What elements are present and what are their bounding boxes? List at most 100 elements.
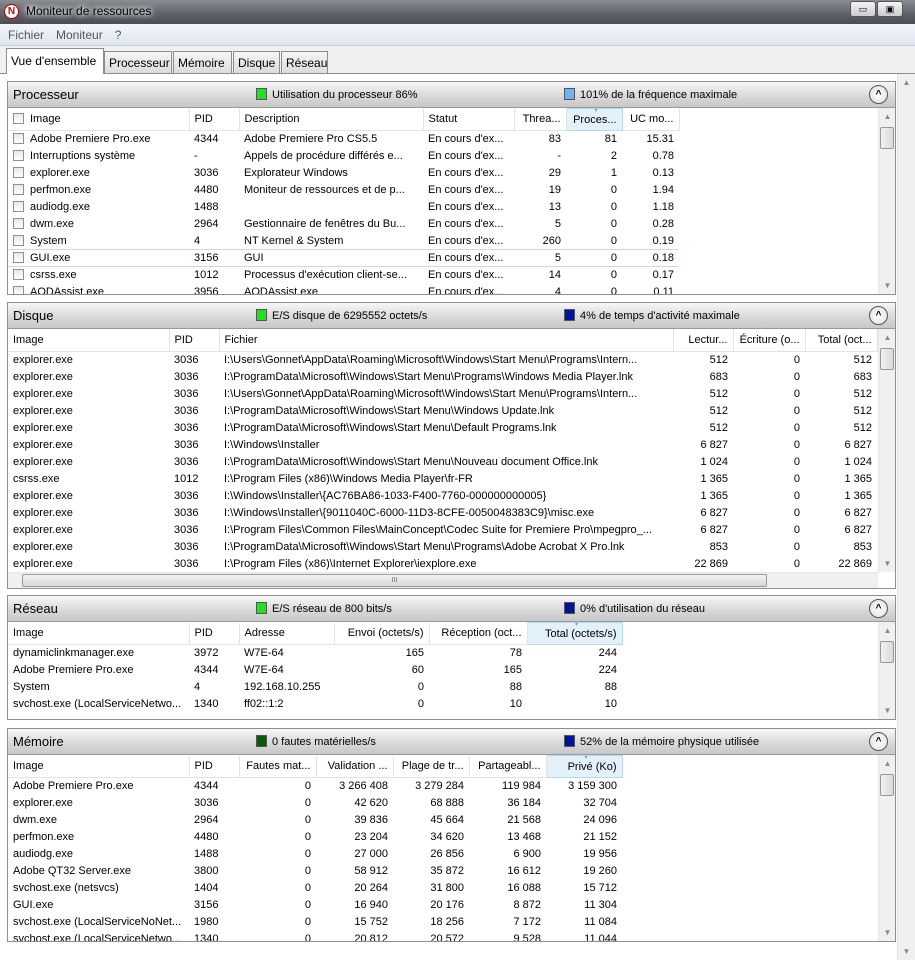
- mem-table-row[interactable]: explorer.exe 3036 0 42 620 68 888 36 184 32 70…: [8, 795, 622, 812]
- cpu-table-row[interactable]: Interruptions système - Appels de procédur…: [8, 148, 679, 165]
- menu-moniteur[interactable]: Moniteur: [48, 24, 107, 42]
- cpu-scroll-up-icon[interactable]: ▲: [879, 108, 895, 125]
- disk-table-row[interactable]: explorer.exe 3036 I:\Program Files (x86)\I…: [8, 555, 877, 572]
- disk-table-row[interactable]: explorer.exe 3036 I:\Program Files\Common …: [8, 521, 877, 538]
- disk-table-row[interactable]: explorer.exe 3036 I:\ProgramData\Microsoft…: [8, 419, 877, 436]
- mem-table-row[interactable]: svchost.exe (netsvcs) 1404 0 20 264 31 800 16…: [8, 880, 622, 897]
- net-table-row[interactable]: System 4 192.168.10.255 0 88 88: [8, 679, 622, 696]
- net-scroll-up-icon[interactable]: ▲: [879, 622, 895, 639]
- disk-table-row[interactable]: explorer.exe 3036 I:\Windows\Installer\{AC…: [8, 487, 877, 504]
- minimize-button[interactable]: ▭: [850, 1, 876, 17]
- net-column-header[interactable]: Réception (oct...: [429, 622, 528, 645]
- disk-table-row[interactable]: explorer.exe 3036 I:\Windows\Installer\{90…: [8, 504, 877, 521]
- mem-table-row[interactable]: Adobe Premiere Pro.exe 4344 0 3 266 408 3 27…: [8, 778, 622, 795]
- disk-table-row[interactable]: explorer.exe 3036 I:\Users\Gonnet\AppData\…: [8, 351, 877, 368]
- cpu-table-row[interactable]: Adobe Premiere Pro.exe 4344 Adobe Premiere…: [8, 131, 679, 148]
- collapse-disk-button[interactable]: ^: [869, 306, 888, 325]
- cpu-table-row[interactable]: dwm.exe 2964 Gestionnaire de fenêtres du B…: [8, 216, 679, 233]
- net-table-row[interactable]: Adobe Premiere Pro.exe 4344 W7E-64 60 165 224: [8, 662, 622, 679]
- scroll-up-icon[interactable]: ▲: [898, 74, 915, 91]
- net-column-header[interactable]: Total (octets/s): [526, 622, 623, 645]
- menu-help[interactable]: ?: [107, 24, 126, 42]
- select-all-checkbox[interactable]: [13, 113, 24, 125]
- disk-column-header[interactable]: Total (oct...: [805, 329, 878, 352]
- mem-column-header[interactable]: Fautes mat...: [239, 755, 317, 778]
- mem-table-row[interactable]: dwm.exe 2964 0 39 836 45 664 21 568 24 096: [8, 812, 622, 829]
- cpu-column-header[interactable]: Threa...: [514, 108, 567, 131]
- disk-column-header[interactable]: Lectur...: [673, 329, 734, 352]
- cpu-table-row[interactable]: System 4 NT Kernel & System En cours d'ex..…: [8, 233, 679, 250]
- disk-column-header[interactable]: Image: [8, 329, 170, 352]
- mem-column-header[interactable]: Partageabl...: [469, 755, 547, 778]
- mem-header[interactable]: Mémoire 0 fautes matérielles/s 52% de la m…: [8, 729, 895, 755]
- cpu-scroll-thumb[interactable]: [880, 127, 894, 149]
- disk-table-row[interactable]: csrss.exe 1012 I:\Program Files (x86)\Wind…: [8, 470, 877, 487]
- process-checkbox[interactable]: [13, 286, 24, 294]
- disk-horizontal-thumb[interactable]: III: [22, 574, 767, 587]
- cpu-column-header[interactable]: Proces...: [565, 108, 623, 131]
- mem-column-header[interactable]: Privé (Ko): [545, 755, 623, 778]
- mem-column-header[interactable]: PID: [189, 755, 240, 778]
- tab-processeur[interactable]: Processeur: [104, 51, 172, 73]
- scroll-down-icon[interactable]: ▼: [898, 943, 915, 960]
- process-checkbox[interactable]: [13, 184, 24, 195]
- cpu-table-row[interactable]: GUI.exe 3156 GUI En cours d'ex... 5 0 0.18: [8, 249, 679, 267]
- cpu-column-header[interactable]: Description: [239, 108, 424, 131]
- tab-reseau[interactable]: Réseau: [281, 51, 328, 73]
- net-scrollbar[interactable]: ▲ ▼: [878, 622, 895, 719]
- process-checkbox[interactable]: [13, 150, 24, 161]
- mem-scrollbar[interactable]: ▲ ▼: [878, 755, 895, 941]
- collapse-mem-button[interactable]: ^: [869, 732, 888, 751]
- cpu-column-header[interactable]: Image: [8, 108, 190, 131]
- net-table-row[interactable]: svchost.exe (LocalServiceNetwo... 1340 ff0…: [8, 696, 622, 713]
- collapse-net-button[interactable]: ^: [869, 599, 888, 618]
- tab-disque[interactable]: Disque: [233, 51, 280, 73]
- maximize-button[interactable]: ▣: [877, 1, 903, 17]
- cpu-scrollbar[interactable]: ▲ ▼: [878, 108, 895, 294]
- disk-scrollbar[interactable]: ▲ ▼: [878, 329, 895, 572]
- mem-table-row[interactable]: svchost.exe (LocalServiceNoNet... 1980 0 15…: [8, 914, 622, 931]
- process-checkbox[interactable]: [13, 234, 24, 246]
- net-column-header[interactable]: PID: [189, 622, 240, 645]
- process-checkbox[interactable]: [13, 201, 24, 212]
- disk-table-row[interactable]: explorer.exe 3036 I:\Windows\Installer 6 82…: [8, 436, 877, 453]
- mem-scroll-up-icon[interactable]: ▲: [879, 755, 895, 772]
- process-checkbox[interactable]: [13, 167, 24, 178]
- cpu-column-header[interactable]: Statut: [423, 108, 515, 131]
- net-scroll-thumb[interactable]: [880, 641, 894, 663]
- net-scroll-down-icon[interactable]: ▼: [879, 702, 895, 719]
- disk-scroll-up-icon[interactable]: ▲: [879, 329, 895, 346]
- disk-scroll-down-icon[interactable]: ▼: [879, 555, 895, 572]
- mem-table-row[interactable]: Adobe QT32 Server.exe 3800 0 58 912 35 872 16…: [8, 863, 622, 880]
- collapse-cpu-button[interactable]: ^: [869, 85, 888, 104]
- process-checkbox[interactable]: [13, 133, 24, 145]
- mem-table-row[interactable]: perfmon.exe 4480 0 23 204 34 620 13 468 21 152: [8, 829, 622, 846]
- tab-overview[interactable]: Vue d'ensemble: [6, 48, 104, 74]
- menu-fichier[interactable]: Fichier: [0, 24, 48, 42]
- mem-column-header[interactable]: Image: [8, 755, 190, 778]
- disk-scroll-thumb[interactable]: [880, 348, 894, 370]
- cpu-column-header[interactable]: UC mo...: [622, 108, 680, 131]
- cpu-column-header[interactable]: PID: [189, 108, 240, 131]
- disk-column-header[interactable]: PID: [169, 329, 220, 352]
- disk-horizontal-scrollbar[interactable]: III: [8, 572, 878, 588]
- disk-table-row[interactable]: explorer.exe 3036 I:\Users\Gonnet\AppData\…: [8, 385, 877, 402]
- mem-table-row[interactable]: svchost.exe (LocalServiceNetwo... 1340 0 20…: [8, 931, 622, 941]
- net-column-header[interactable]: Adresse: [239, 622, 335, 645]
- mem-scroll-down-icon[interactable]: ▼: [879, 924, 895, 941]
- cpu-table-row[interactable]: audiodg.exe 1488 En cours d'ex... 13 0 1.18: [8, 199, 679, 216]
- cpu-table-row[interactable]: perfmon.exe 4480 Moniteur de ressources et…: [8, 182, 679, 199]
- cpu-table-row[interactable]: csrss.exe 1012 Processus d'exécution clien…: [8, 267, 679, 284]
- cpu-table-row[interactable]: explorer.exe 3036 Explorateur Windows En co…: [8, 165, 679, 182]
- main-scrollbar[interactable]: ▲ ▼: [897, 74, 915, 960]
- process-checkbox[interactable]: [13, 218, 24, 229]
- net-table-row[interactable]: dynamiclinkmanager.exe 3972 W7E-64 165 78 244: [8, 645, 622, 662]
- disk-table-row[interactable]: explorer.exe 3036 I:\ProgramData\Microsoft…: [8, 453, 877, 470]
- net-column-header[interactable]: Image: [8, 622, 190, 645]
- cpu-table-row[interactable]: AODAssist.exe 3956 AODAssist.exe En cours d…: [8, 284, 679, 294]
- mem-column-header[interactable]: Plage de tr...: [393, 755, 470, 778]
- process-checkbox[interactable]: [13, 252, 24, 263]
- cpu-header[interactable]: Processeur Utilisation du processeur 86% 1…: [8, 82, 895, 108]
- cpu-scroll-down-icon[interactable]: ▼: [879, 277, 895, 294]
- disk-header[interactable]: Disque E/S disque de 6295552 octets/s 4% d…: [8, 303, 895, 329]
